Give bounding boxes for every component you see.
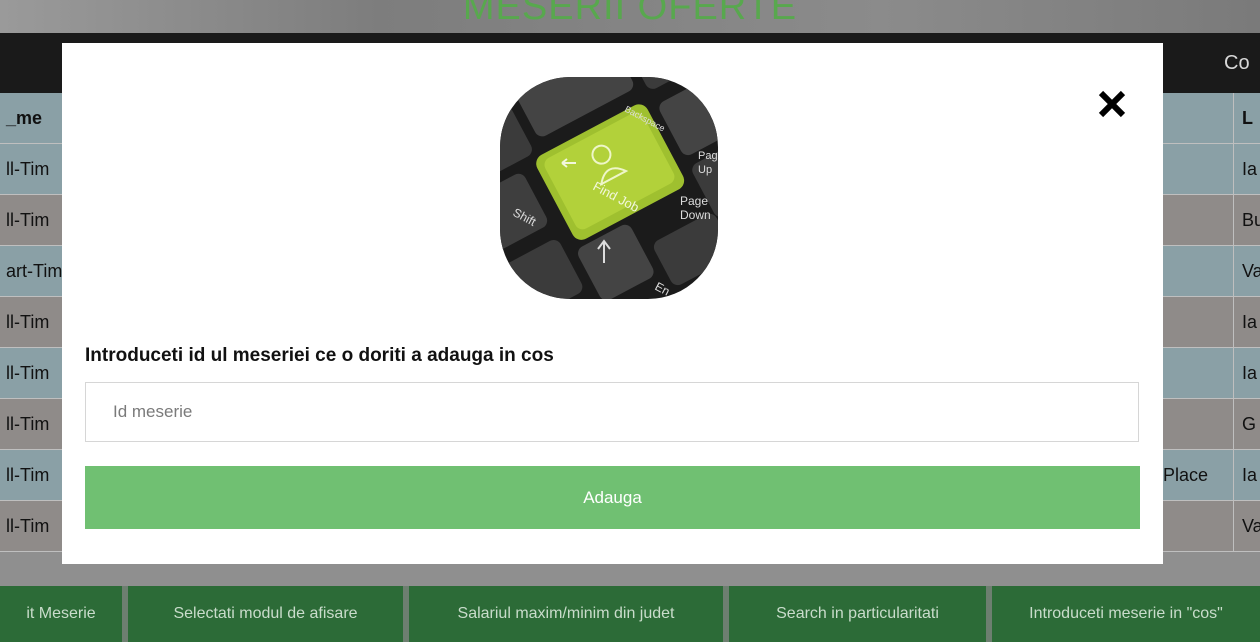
- nav-search-particularities[interactable]: Search in particularitati: [729, 586, 992, 642]
- bottom-navigation: it Meserie Selectati modul de afisare Sala…: [0, 586, 1260, 642]
- page-title: MESERII OFERTE: [462, 0, 798, 28]
- add-button[interactable]: Adauga: [85, 466, 1140, 529]
- column-header-location: L: [1233, 93, 1253, 143]
- nav-edit-meserie[interactable]: it Meserie: [0, 586, 128, 642]
- cell-location: Va: [1233, 246, 1260, 296]
- cell-location: Ia: [1233, 348, 1257, 398]
- nav-salary-minmax[interactable]: Salariul maxim/minim din judet: [409, 586, 729, 642]
- id-meserie-input[interactable]: [85, 382, 1139, 442]
- add-to-cart-modal: Backspace Find Job Pag Up Page Down Shif…: [62, 43, 1163, 564]
- cell-location: G: [1233, 399, 1256, 449]
- cell-job-type: art-Tim: [6, 261, 63, 281]
- column-header-type: _me: [6, 108, 43, 128]
- cell-job-type: ll-Tim: [6, 363, 50, 383]
- cell-location: Ia: [1233, 297, 1257, 347]
- cell-job-type: ll-Tim: [6, 414, 50, 434]
- cell-job-type: ll-Tim: [6, 465, 50, 485]
- cell-location: Va: [1233, 501, 1260, 551]
- modal-prompt: Introduceti id ul meseriei ce o doriti a…: [85, 345, 554, 366]
- cell-job-type: ll-Tim: [6, 312, 50, 332]
- key-pgdn-label-1: Page: [680, 194, 708, 208]
- cell-location: Bu: [1233, 195, 1260, 245]
- close-icon[interactable]: [1096, 88, 1128, 120]
- key-pgdn-label-2: Down: [680, 208, 711, 222]
- find-job-keyboard-image: Backspace Find Job Pag Up Page Down Shif…: [500, 77, 718, 299]
- table-toolbar-label: Co: [1224, 52, 1250, 74]
- cell-workplace: Place: [1163, 465, 1209, 485]
- cell-location: Ia: [1233, 144, 1257, 194]
- key-pgup-label-2: Up: [698, 164, 712, 176]
- nav-add-to-cart[interactable]: Introduceti meserie in "cos": [992, 586, 1260, 642]
- cell-job-type: ll-Tim: [6, 159, 50, 179]
- cell-job-type: ll-Tim: [6, 210, 50, 230]
- cell-location: Ia: [1233, 450, 1257, 500]
- key-pgup-label-1: Pag: [698, 150, 718, 162]
- nav-display-mode[interactable]: Selectati modul de afisare: [128, 586, 409, 642]
- cell-job-type: ll-Tim: [6, 516, 50, 536]
